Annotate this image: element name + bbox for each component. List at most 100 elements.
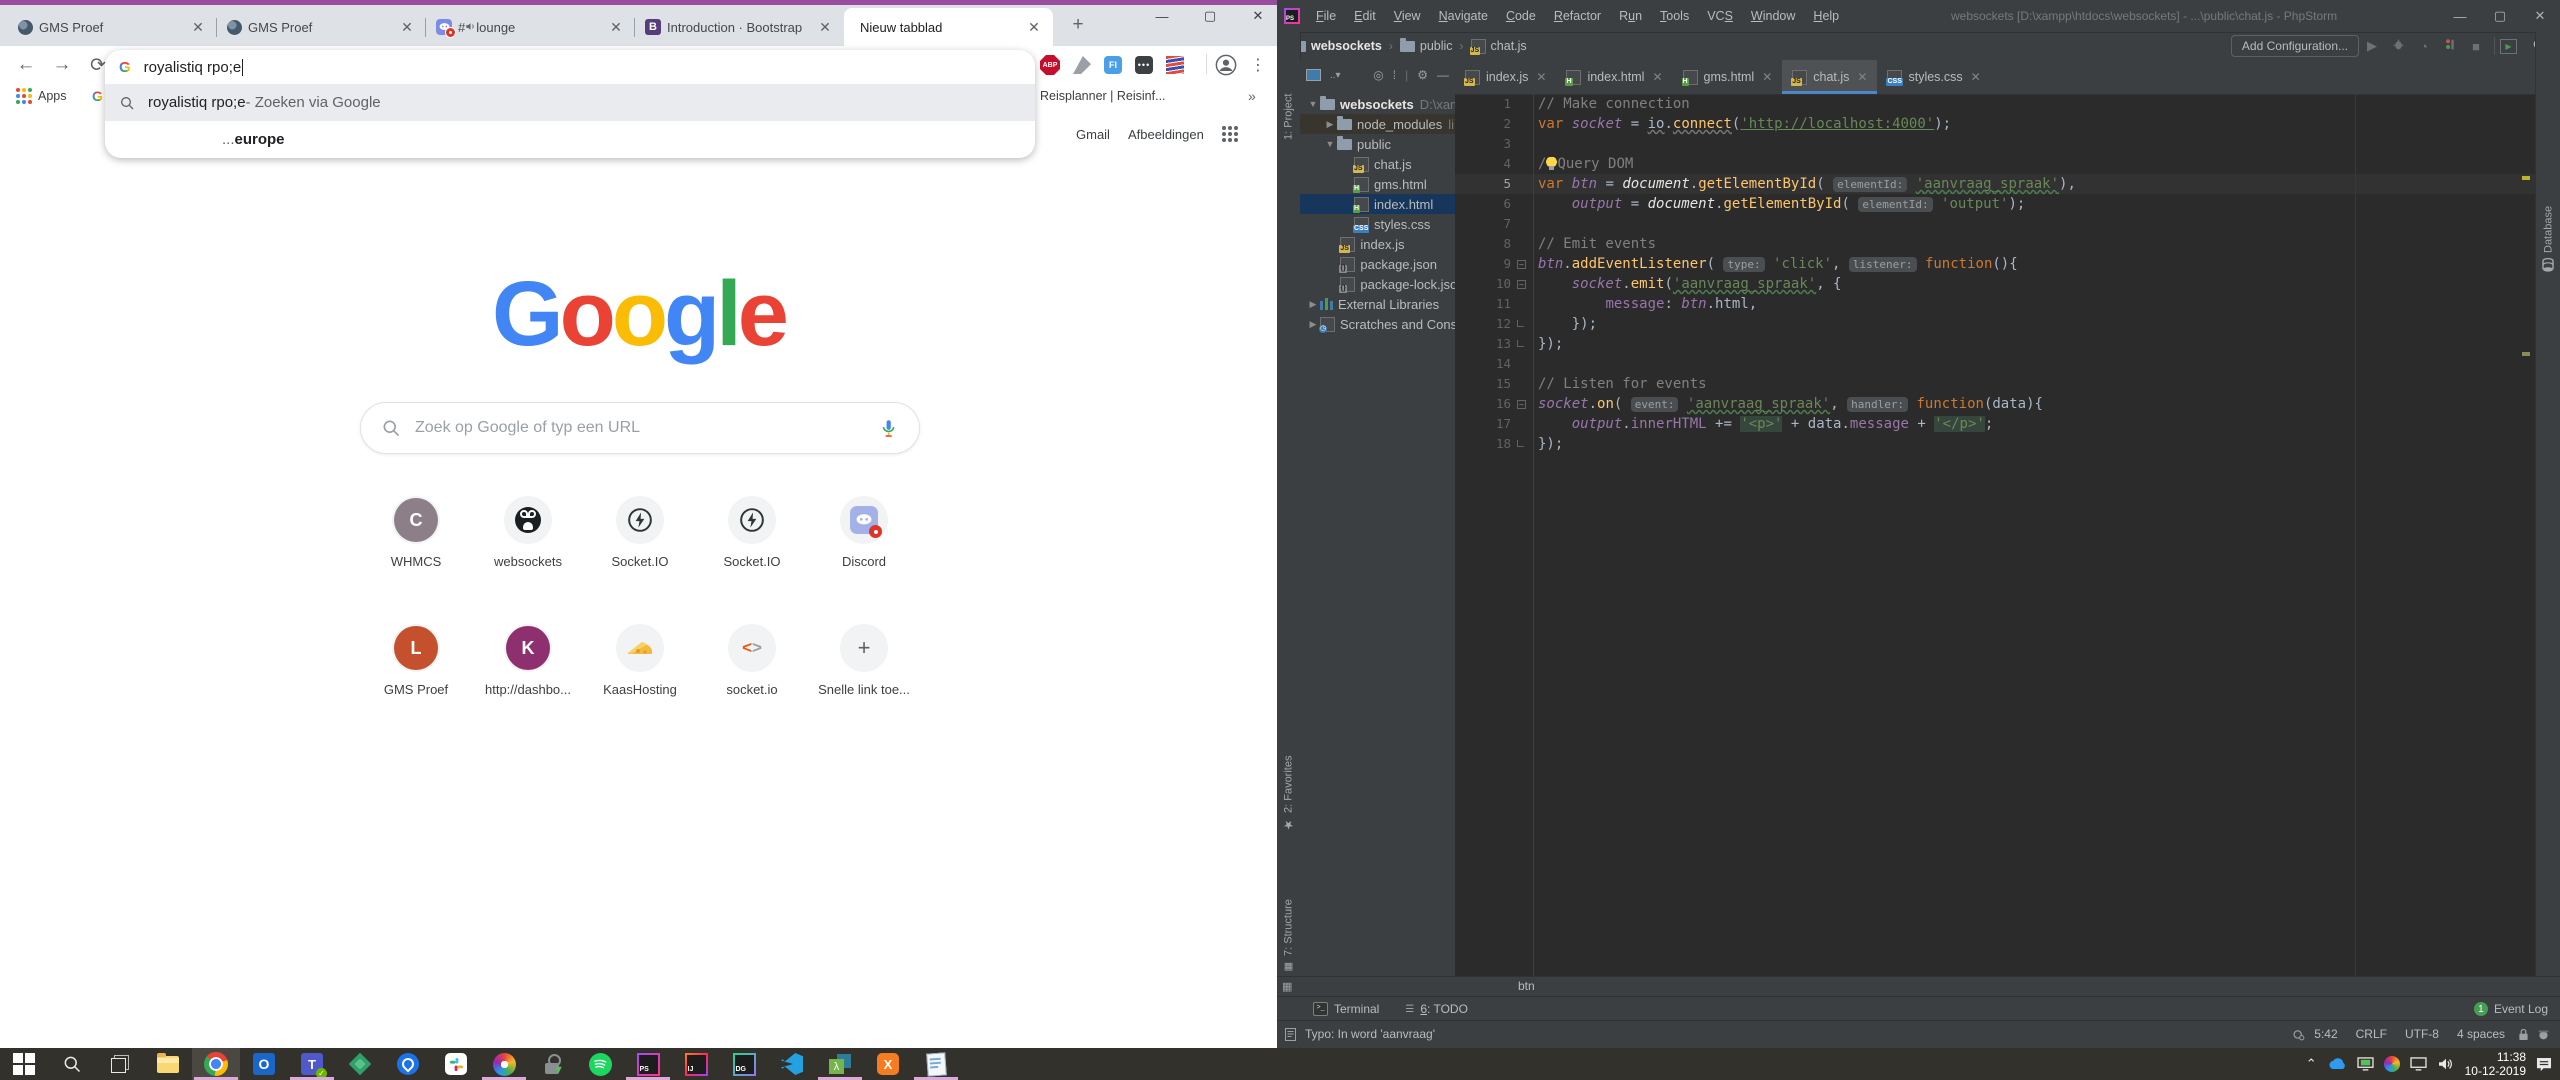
breadcrumb-item[interactable]: public — [1400, 39, 1453, 53]
omnibox[interactable]: G royalistiq rpo;e — [105, 50, 1035, 84]
browser-maximize-button[interactable]: ▢ — [1189, 0, 1231, 32]
extension-stripes-icon[interactable] — [1166, 56, 1184, 74]
taskbar-color-wheel-app-button[interactable] — [480, 1048, 528, 1080]
browser-close-button[interactable]: ✕ — [1237, 0, 1279, 32]
shortcut-socket-io[interactable]: Socket.IO — [584, 496, 696, 569]
tab-close-icon[interactable]: ✕ — [816, 18, 834, 36]
shortcut-discord[interactable]: Discord — [808, 496, 920, 569]
todo-tab[interactable]: ☰6: TODO — [1405, 1002, 1468, 1016]
tree-item-package-lock-json[interactable]: {}package-lock.json — [1300, 274, 1455, 294]
extension-fi-icon[interactable]: FI — [1104, 56, 1122, 74]
bookmark-item[interactable]: Reisplanner | Reisinf... — [1040, 84, 1166, 108]
ide-minimize-button[interactable]: — — [2440, 1, 2480, 31]
tab-close-icon[interactable]: ✕ — [1025, 18, 1043, 36]
tool-tab-database[interactable]: Database — [2537, 162, 2560, 272]
editor-tab-index-html[interactable]: Hindex.html✕ — [1556, 60, 1672, 94]
menu-run[interactable]: Run — [1610, 9, 1651, 23]
stop-icon[interactable]: ■ — [2463, 39, 2489, 54]
editor-tab-close-icon[interactable]: ✕ — [1762, 70, 1772, 84]
shortcut-kaashosting[interactable]: KaasHosting — [584, 624, 696, 697]
tree-arrow-icon[interactable]: ▶ — [1308, 319, 1318, 330]
tree-item-gms-html[interactable]: Hgms.html — [1300, 174, 1455, 194]
editor-tab-index-js[interactable]: JSindex.js✕ — [1455, 60, 1556, 94]
taskbar-spotify-button[interactable] — [576, 1048, 624, 1080]
tool-tab-favorites[interactable]: ★2: Favorites — [1277, 712, 1300, 832]
fold-marker[interactable] — [1517, 320, 1524, 327]
fold-marker[interactable] — [1517, 340, 1524, 347]
tree-item-public[interactable]: ▼public — [1300, 134, 1455, 154]
taskbar-outlook-button[interactable]: O — [240, 1048, 288, 1080]
tree-arrow-icon[interactable]: ▼ — [1325, 139, 1335, 149]
suggestion-row[interactable]: ... europe — [105, 121, 1035, 158]
tree-arrow-icon[interactable]: ▼ — [1308, 99, 1318, 109]
profile-avatar[interactable] — [1212, 51, 1240, 79]
breadcrumb-item[interactable]: JSchat.js — [1471, 39, 1527, 54]
taskbar-lambda-app-button[interactable]: λ — [816, 1048, 864, 1080]
teamviewer-icon[interactable] — [2357, 1057, 2374, 1071]
suggestion-row[interactable]: royalistiq rpo;e - Zoeken via Google — [105, 84, 1035, 121]
bookmark-google[interactable]: G — [92, 84, 103, 108]
editor-tab-close-icon[interactable]: ✕ — [1971, 70, 1981, 84]
back-button[interactable]: ← — [12, 51, 40, 79]
shortcut-snelle-link-toe-[interactable]: +Snelle link toe... — [808, 624, 920, 697]
tab-close-icon[interactable]: ✕ — [607, 18, 625, 36]
google-search-box[interactable]: Zoek op Google of typ een URL — [360, 402, 920, 454]
tree-arrow-icon[interactable]: ▶ — [1308, 299, 1318, 310]
add-configuration-button[interactable]: Add Configuration... — [2231, 35, 2359, 57]
apps-shortcut[interactable]: Apps — [16, 84, 67, 108]
fold-marker[interactable] — [1517, 440, 1524, 447]
background-tasks-icon[interactable] — [2292, 1028, 2305, 1041]
tree-item-node-modules[interactable]: ▶node_moduleslib — [1300, 114, 1455, 134]
bookmarks-overflow-button[interactable]: » — [1248, 84, 1256, 108]
fold-marker[interactable]: – — [1517, 280, 1526, 289]
fold-marker[interactable]: – — [1517, 260, 1526, 269]
tree-item-package-json[interactable]: {}package.json — [1300, 254, 1455, 274]
menu-file[interactable]: File — [1307, 9, 1345, 23]
tab-close-icon[interactable]: ✕ — [189, 18, 207, 36]
images-link[interactable]: Afbeeldingen — [1128, 127, 1204, 142]
lock-icon[interactable] — [2518, 1028, 2529, 1041]
browser-tab[interactable]: #lounge✕ — [426, 8, 635, 46]
editor-tab-close-icon[interactable]: ✕ — [1652, 70, 1662, 84]
taskbar-green-gem-button[interactable] — [336, 1048, 384, 1080]
taskbar-notepad-button[interactable] — [912, 1048, 960, 1080]
taskbar-task-view-button[interactable] — [96, 1048, 144, 1080]
onedrive-icon[interactable] — [2327, 1057, 2347, 1071]
event-log-tab[interactable]: 1Event Log — [2474, 1002, 2548, 1016]
menu-navigate[interactable]: Navigate — [1430, 9, 1497, 23]
tree-item-websockets[interactable]: ▼websocketsD:\xam — [1300, 94, 1455, 114]
extension-adblock-icon[interactable]: ABP — [1040, 55, 1060, 75]
editor-tab-close-icon[interactable]: ✕ — [1536, 70, 1546, 84]
run-anything-icon[interactable]: ▶ — [2500, 39, 2526, 54]
taskbar-start-button[interactable] — [0, 1048, 48, 1080]
gmail-link[interactable]: Gmail — [1076, 127, 1110, 142]
browser-tab-active[interactable]: Nieuw tabblad✕ — [844, 8, 1053, 46]
profiler-icon[interactable] — [2437, 38, 2463, 54]
error-stripe-mark[interactable] — [2522, 176, 2530, 180]
extension-dots-icon[interactable]: ••• — [1135, 56, 1153, 74]
menu-view[interactable]: View — [1385, 9, 1430, 23]
editor-tab-chat-js[interactable]: JSchat.js✕ — [1782, 60, 1877, 94]
browser-minimize-button[interactable]: — — [1141, 0, 1183, 32]
mic-icon[interactable] — [878, 418, 899, 439]
browser-menu-button[interactable]: ⋮ — [1244, 51, 1272, 79]
line-separator[interactable]: CRLF — [2356, 1027, 2387, 1041]
taskbar-teams-button[interactable]: T✓ — [288, 1048, 336, 1080]
taskbar-file-explorer-button[interactable] — [144, 1048, 192, 1080]
menu-tools[interactable]: Tools — [1651, 9, 1698, 23]
taskbar-chrome-button[interactable] — [192, 1048, 240, 1080]
tree-item-external-libraries[interactable]: ▶External Libraries — [1300, 294, 1455, 314]
code-editor[interactable]: // Make connectionvar socket = io.connec… — [1538, 94, 2536, 976]
hide-panel-icon[interactable]: — — [1437, 68, 1449, 82]
browser-tab[interactable]: GMS Proef✕ — [217, 8, 426, 46]
error-stripe-mark[interactable] — [2522, 352, 2530, 356]
taskbar-vscode-button[interactable] — [768, 1048, 816, 1080]
color-wheel-tray-icon[interactable] — [2384, 1056, 2400, 1072]
shortcut-http-dashbo-[interactable]: Khttp://dashbo... — [472, 624, 584, 697]
menu-refactor[interactable]: Refactor — [1545, 9, 1610, 23]
taskbar-datagrip-button[interactable]: DG — [720, 1048, 768, 1080]
tree-item-scratches-and-consoles[interactable]: ▶◷Scratches and Consoles — [1300, 314, 1455, 334]
google-apps-icon[interactable] — [1222, 126, 1238, 142]
taskbar-keepass-button[interactable]: ▼ — [528, 1048, 576, 1080]
taskbar-intellij-idea-button[interactable]: IJ — [672, 1048, 720, 1080]
